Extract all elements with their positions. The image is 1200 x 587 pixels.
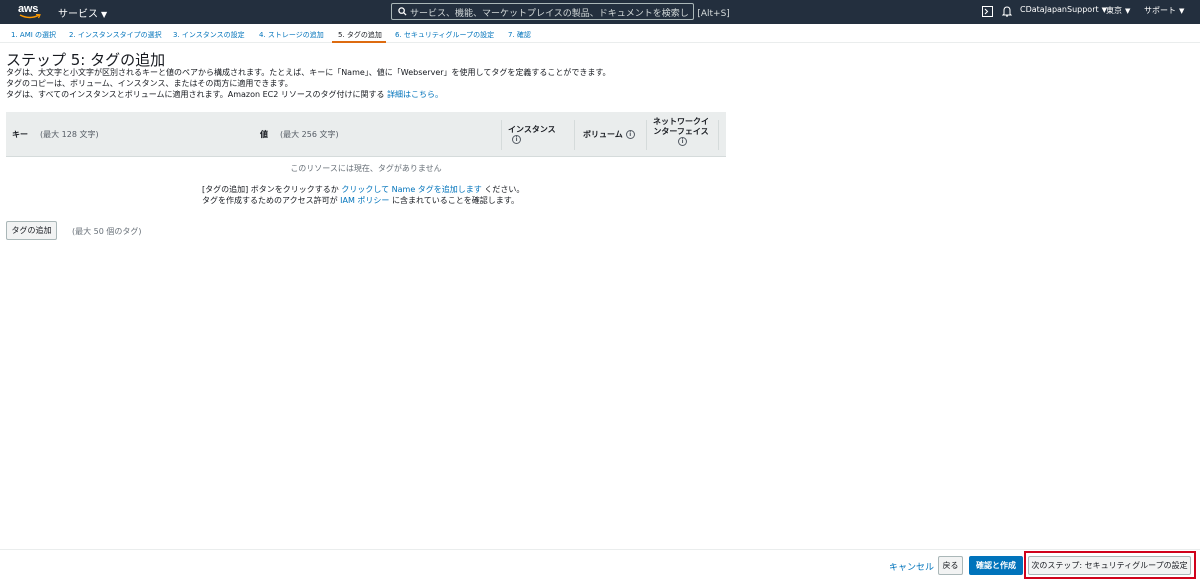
search-icon <box>398 7 407 16</box>
value-hint: (最大 256 文字) <box>280 130 339 139</box>
description-line-1: タグは、大文字と小文字が区別されるキーと値のペアから構成されます。たとえば、キー… <box>6 68 611 77</box>
help-line-1: [タグの追加] ボタンをクリックするか クリックして Name タグを追加します… <box>202 185 525 194</box>
caret-down-icon: ▼ <box>1125 7 1131 15</box>
bell-icon[interactable] <box>1002 6 1012 17</box>
info-icon[interactable]: i <box>678 137 687 146</box>
tab-review[interactable]: 7. 確認 <box>508 30 531 40</box>
info-icon[interactable]: i <box>512 135 521 144</box>
column-divider <box>501 120 502 150</box>
learn-more-link[interactable]: 詳細はこちら。 <box>387 90 443 99</box>
description-line-2: タグのコピーは、ボリューム、インスタンス、またはその両方に適用できます。 <box>6 79 293 88</box>
region-menu[interactable]: 東京 ▼ <box>1106 5 1130 16</box>
column-volumes: ボリューム i <box>583 129 635 140</box>
next-step-security-group-button[interactable]: 次のステップ: セキュリティグループの設定 <box>1028 556 1191 575</box>
tab-add-tags[interactable]: 5. タグの追加 <box>338 30 382 40</box>
info-icon[interactable]: i <box>625 130 635 139</box>
account-menu[interactable]: CDataJapanSupport ▼ <box>1020 5 1107 14</box>
footer-divider <box>0 549 1200 550</box>
top-nav: aws サービス ▼ サービス、機能、マーケットプレイスの製品、ドキュメントを検索… <box>0 0 1200 24</box>
empty-table-message: このリソースには現在、タグがありません <box>290 164 442 173</box>
search-placeholder: サービス、機能、マーケットプレイスの製品、ドキュメントを検索し [Alt+S] <box>410 9 730 19</box>
add-tag-button[interactable]: タグの追加 <box>6 221 57 240</box>
tab-instance-type[interactable]: 2. インスタンスタイプの選択 <box>69 30 162 40</box>
aws-smile-icon <box>19 14 41 19</box>
iam-policy-link[interactable]: IAM ポリシー <box>340 196 389 205</box>
review-and-launch-button[interactable]: 確認と作成 <box>969 556 1023 575</box>
column-value: 値 (最大 256 文字) <box>260 130 339 139</box>
cancel-link[interactable]: キャンセル <box>889 560 934 573</box>
tab-instance-config[interactable]: 3. インスタンスの設定 <box>173 30 245 40</box>
aws-logo[interactable]: aws <box>18 3 44 21</box>
region-label: 東京 <box>1106 6 1122 15</box>
tab-ami[interactable]: 1. AMI の選択 <box>11 30 56 40</box>
wizard-steps: 1. AMI の選択 2. インスタンスタイプの選択 3. インスタンスの設定 … <box>0 24 1200 43</box>
column-divider <box>646 120 647 150</box>
column-divider <box>718 120 719 150</box>
back-button[interactable]: 戻る <box>938 556 963 575</box>
support-label: サポート <box>1144 6 1176 15</box>
active-tab-indicator <box>332 41 386 43</box>
caret-down-icon: ▼ <box>1179 7 1185 15</box>
key-hint: (最大 128 文字) <box>40 130 99 139</box>
tags-table-header: キー (最大 128 文字) 値 (最大 256 文字) インスタンス i ボリューム… <box>6 112 726 157</box>
search-shortcut: [Alt+S] <box>697 9 730 19</box>
tab-storage[interactable]: 4. ストレージの追加 <box>259 30 324 40</box>
column-instances: インスタンス i <box>508 125 556 144</box>
services-menu[interactable]: サービス ▼ <box>58 5 107 20</box>
support-menu[interactable]: サポート ▼ <box>1144 5 1184 16</box>
max-tags-hint: (最大 50 個のタグ) <box>72 227 142 236</box>
column-divider <box>574 120 575 150</box>
column-network-interfaces: ネットワークイ ンターフェイス i <box>653 117 709 146</box>
description-line-3: タグは、すべてのインスタンスとボリュームに適用されます。Amazon EC2 リ… <box>6 90 444 99</box>
column-key: キー (最大 128 文字) <box>12 130 99 139</box>
tab-security-group[interactable]: 6. セキュリティグループの設定 <box>395 30 494 40</box>
account-label: CDataJapanSupport <box>1020 5 1099 14</box>
help-line-2: タグを作成するためのアクセス許可が IAM ポリシー に含まれていることを確認し… <box>202 196 519 205</box>
cloudshell-icon[interactable] <box>982 6 993 17</box>
caret-down-icon: ▼ <box>101 10 108 19</box>
search-bar[interactable]: サービス、機能、マーケットプレイスの製品、ドキュメントを検索し [Alt+S] <box>391 3 730 20</box>
add-name-tag-link[interactable]: クリックして Name タグを追加します <box>341 185 481 194</box>
services-label: サービス <box>58 9 98 20</box>
